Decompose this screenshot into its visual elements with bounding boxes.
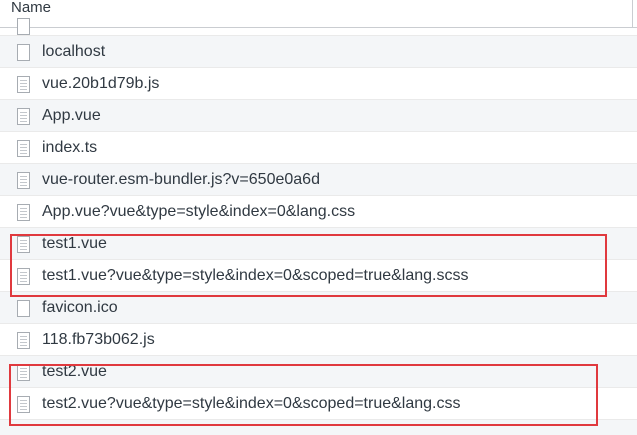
column-resize-handle[interactable] <box>632 0 633 28</box>
script-file-icon <box>17 108 30 125</box>
request-row[interactable]: index.ts <box>0 132 637 164</box>
script-file-icon <box>17 172 30 189</box>
document-icon <box>17 18 30 35</box>
request-name: vue.20b1d79b.js <box>42 75 160 92</box>
request-name: test1.vue?vue&type=style&index=0&scoped=… <box>42 267 469 284</box>
request-row[interactable]: test1.vue <box>0 228 637 260</box>
script-file-icon <box>17 140 30 157</box>
script-file-icon <box>17 76 30 93</box>
request-row-partial[interactable] <box>0 18 637 36</box>
script-file-icon <box>17 364 30 381</box>
name-column-header[interactable]: Name <box>0 0 637 28</box>
request-row[interactable]: App.vue <box>0 100 637 132</box>
request-name: index.ts <box>42 139 98 156</box>
request-name: test1.vue <box>42 235 107 252</box>
request-name: vue-router.esm-bundler.js?v=650e0a6d <box>42 171 320 188</box>
request-name: test2.vue <box>42 363 107 380</box>
request-row[interactable]: 118.fb73b062.js <box>0 324 637 356</box>
request-row[interactable]: favicon.ico <box>0 292 637 324</box>
document-icon <box>17 44 30 61</box>
request-row-partial[interactable] <box>0 420 637 435</box>
script-file-icon <box>17 236 30 253</box>
request-name: favicon.ico <box>42 299 118 316</box>
request-name: App.vue?vue&type=style&index=0&lang.css <box>42 203 356 220</box>
document-icon <box>17 300 30 317</box>
request-row[interactable]: test2.vue?vue&type=style&index=0&scoped=… <box>0 388 637 420</box>
request-row[interactable]: localhost <box>0 36 637 68</box>
request-name: 118.fb73b062.js <box>42 331 155 348</box>
script-file-icon <box>17 204 30 221</box>
request-name: test2.vue?vue&type=style&index=0&scoped=… <box>42 395 461 412</box>
request-row[interactable]: vue-router.esm-bundler.js?v=650e0a6d <box>0 164 637 196</box>
request-row[interactable]: App.vue?vue&type=style&index=0&lang.css <box>0 196 637 228</box>
script-file-icon <box>17 396 30 413</box>
network-request-panel: Name localhost vue.20b1d79b.js App.vue i… <box>0 0 637 435</box>
script-file-icon <box>17 268 30 285</box>
request-row[interactable]: test2.vue <box>0 356 637 388</box>
name-column-label: Name <box>11 0 52 16</box>
request-name: App.vue <box>42 107 101 124</box>
script-file-icon <box>17 332 30 349</box>
request-row[interactable]: vue.20b1d79b.js <box>0 68 637 100</box>
request-name: localhost <box>42 43 106 60</box>
request-row[interactable]: test1.vue?vue&type=style&index=0&scoped=… <box>0 260 637 292</box>
